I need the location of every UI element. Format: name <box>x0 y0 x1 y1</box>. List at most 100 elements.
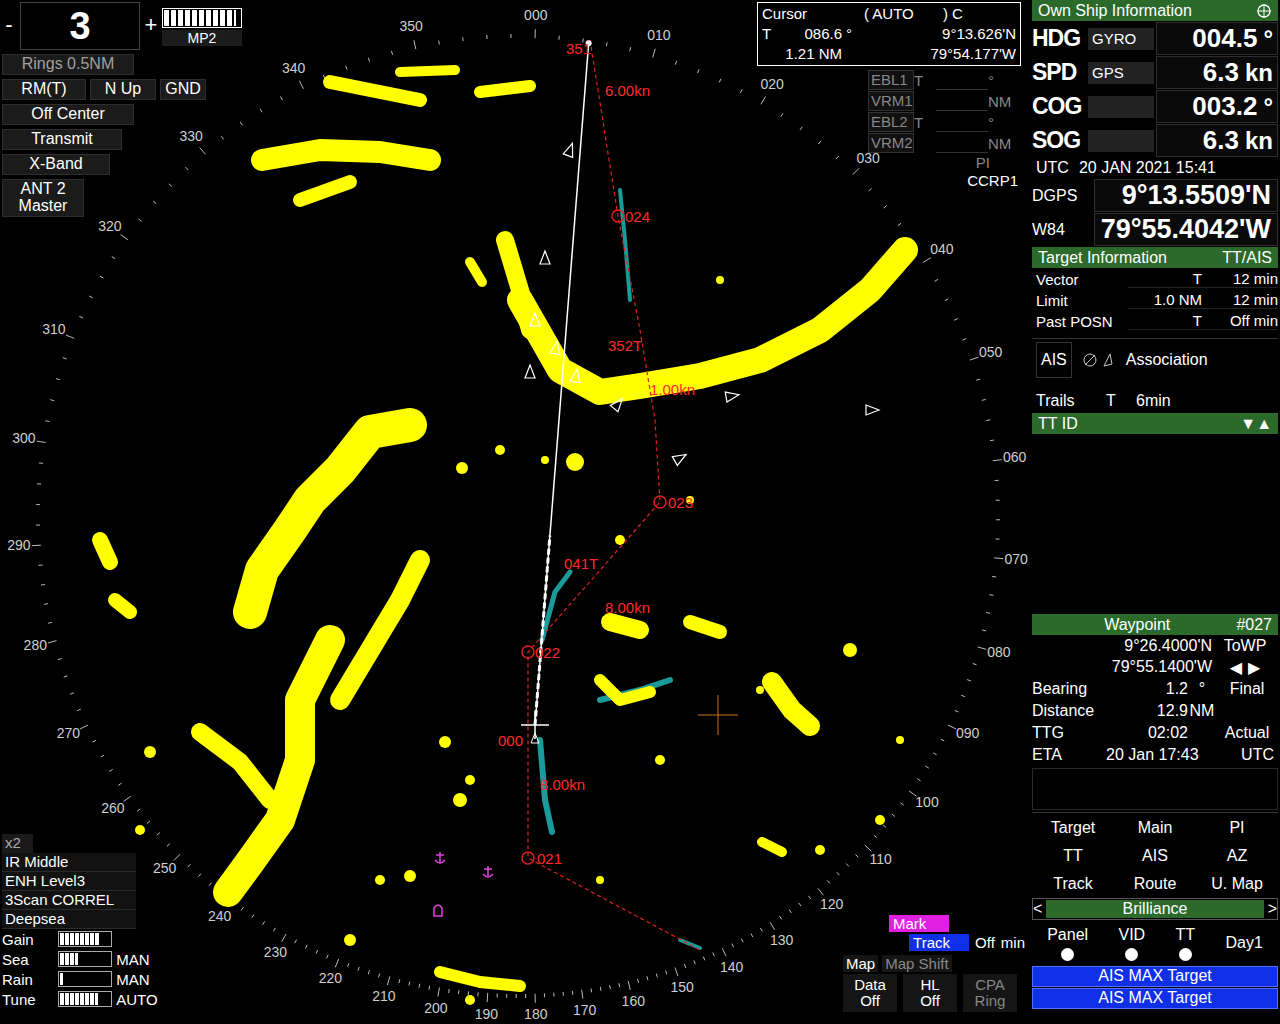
map-shift-button[interactable]: Map Shift <box>882 955 951 972</box>
ais-target-icon[interactable] <box>530 313 540 326</box>
band-button[interactable]: X-Band <box>2 154 110 175</box>
ais-target-icon[interactable] <box>540 251 550 264</box>
ccrp-label[interactable]: CCRP1 <box>868 172 1020 189</box>
ais-button[interactable]: AIS <box>1036 342 1072 378</box>
track-button[interactable]: Track <box>909 934 969 951</box>
menu-button[interactable]: TT <box>1032 843 1114 869</box>
route-label: 1.00kn <box>650 381 695 398</box>
ais-target-icon[interactable] <box>563 142 577 158</box>
position-label[interactable]: W84 <box>1032 221 1094 239</box>
bearing-tick <box>973 663 977 664</box>
gain-control[interactable]: Gain <box>2 929 172 949</box>
brilliance-item[interactable]: TT <box>1176 926 1196 961</box>
menu-button[interactable]: U. Map <box>1196 871 1278 897</box>
alert-bar[interactable]: AIS MAX Target <box>1032 966 1278 987</box>
antenna-button[interactable]: ANT 2Master <box>2 179 84 217</box>
stabilization-button[interactable]: GND <box>160 79 206 100</box>
marker-row[interactable]: VRM1NM <box>868 91 1020 111</box>
marker-row[interactable]: VRM2NM <box>868 133 1020 153</box>
waypoint-marker[interactable] <box>522 852 534 864</box>
target-info-row[interactable]: VectorT12 min <box>1032 269 1278 289</box>
radar-display[interactable]: 0000100200300400500600700800901001101201… <box>0 0 1030 1024</box>
alert-bar[interactable]: AIS MAX Target <box>1032 988 1278 1009</box>
target-info-row[interactable]: Limit1.0 NM12 min <box>1032 290 1278 310</box>
ais-target-icon[interactable] <box>610 395 626 411</box>
range-down-button[interactable]: - <box>2 12 16 38</box>
menu-button[interactable]: Track <box>1032 871 1114 897</box>
menu-button[interactable]: Main <box>1114 815 1196 841</box>
orientation-button[interactable]: N Up <box>90 79 156 100</box>
sort-buttons[interactable]: ▼▲ <box>1240 415 1272 433</box>
toggle-button[interactable]: DataOff <box>843 974 897 1012</box>
brilliance-knob[interactable] <box>1179 948 1192 961</box>
signal-setting[interactable]: 3Scan CORREL <box>2 891 136 910</box>
menu-button[interactable]: Target <box>1032 815 1114 841</box>
map-button[interactable]: Map <box>843 955 878 972</box>
marker-label[interactable]: VRM1 <box>868 91 914 111</box>
pulse-label[interactable]: MP2 <box>162 30 242 46</box>
marker-label[interactable]: EBL2 <box>868 112 914 132</box>
pi-row[interactable]: PI <box>868 154 1020 171</box>
toggle-button[interactable]: HLOff <box>903 974 957 1012</box>
marker-label[interactable]: VRM2 <box>868 133 914 153</box>
menu-button[interactable]: PI <box>1196 815 1278 841</box>
waypoint-marker[interactable] <box>654 496 666 508</box>
ais-target-icon[interactable] <box>672 450 688 465</box>
gain-control[interactable]: Sea MAN <box>2 949 172 969</box>
bearing-label: 020 <box>760 76 784 92</box>
gain-control[interactable]: Rain MAN <box>2 969 172 989</box>
range-up-button[interactable]: + <box>144 12 158 38</box>
ais-target-icon[interactable] <box>725 390 740 402</box>
own-ship-source[interactable]: GYRO <box>1088 28 1154 50</box>
mark-button[interactable]: Mark <box>889 915 949 932</box>
gain-control[interactable]: Tune AUTO <box>2 989 172 1009</box>
gain-track[interactable] <box>58 991 112 1007</box>
waypoint-marker[interactable] <box>612 210 624 222</box>
motion-button[interactable]: RM(T) <box>2 79 86 100</box>
signal-setting[interactable]: IR Middle <box>2 853 136 872</box>
brilliance-item[interactable]: Panel <box>1047 926 1088 961</box>
menu-button[interactable]: AIS <box>1114 843 1196 869</box>
brilliance-mode[interactable]: Day1 <box>1225 934 1262 952</box>
position-label[interactable]: DGPS <box>1032 187 1094 205</box>
gain-track[interactable] <box>58 971 112 987</box>
brilliance-item[interactable]: VID <box>1118 926 1145 961</box>
pi-label[interactable]: PI <box>976 154 990 171</box>
gain-track[interactable] <box>58 931 112 947</box>
waypoint-marker[interactable] <box>522 646 534 658</box>
ais-target-icon[interactable] <box>570 368 582 383</box>
brilliance-knob[interactable] <box>1125 948 1138 961</box>
menu-button[interactable]: Route <box>1114 871 1196 897</box>
zoom-label[interactable]: x2 <box>2 834 33 853</box>
bearing-tick <box>993 460 1002 461</box>
ais-target-icon[interactable] <box>525 365 535 378</box>
association-button[interactable]: Association <box>1126 351 1208 369</box>
menu-button[interactable]: AZ <box>1196 843 1278 869</box>
bearing-tick <box>398 979 400 983</box>
bearing-tick <box>368 58 369 62</box>
bearing-label: 090 <box>956 725 980 741</box>
to-waypoint-button[interactable]: ToWP <box>1212 637 1278 655</box>
trails-row[interactable]: TrailsT6min <box>1032 390 1278 412</box>
brilliance-prev[interactable]: < <box>1033 900 1042 918</box>
brilliance-knob[interactable] <box>1061 948 1074 961</box>
target-info-row[interactable]: Past POSNTOff min <box>1032 311 1278 331</box>
waypoint-nav[interactable]: ◀▶ <box>1212 658 1278 677</box>
cursor-mode[interactable]: ( AUTO ) C <box>864 4 1016 24</box>
ais-target-icon[interactable] <box>550 340 562 355</box>
marker-label[interactable]: EBL1 <box>868 70 914 90</box>
signal-setting[interactable]: Deepsea <box>2 910 136 929</box>
signal-setting[interactable]: ENH Level3 <box>2 872 136 891</box>
brilliance-next[interactable]: > <box>1268 900 1277 918</box>
ais-target-icon[interactable] <box>866 405 879 415</box>
own-ship-source[interactable]: GPS <box>1088 62 1154 84</box>
rings-button[interactable]: Rings 0.5NM <box>2 54 134 75</box>
marker-row[interactable]: EBL2T° <box>868 112 1020 132</box>
marker-row[interactable]: EBL1T° <box>868 70 1020 90</box>
gain-track[interactable] <box>58 951 112 967</box>
transmit-button[interactable]: Transmit <box>2 129 122 150</box>
bearing-tick <box>418 984 420 988</box>
center-button[interactable]: Off Center <box>2 104 134 125</box>
bearing-tick <box>477 992 478 996</box>
toggle-button[interactable]: CPARing <box>963 974 1017 1012</box>
